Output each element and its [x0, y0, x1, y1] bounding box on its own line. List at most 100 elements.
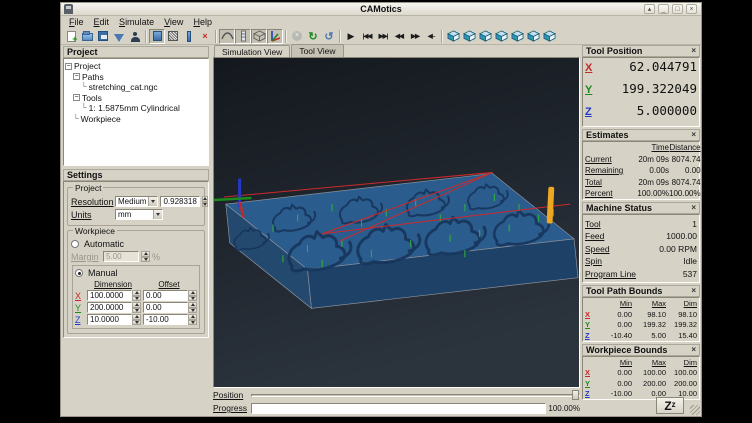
feed-label[interactable]: Feed — [585, 231, 604, 241]
slider-groove[interactable] — [251, 394, 580, 397]
view-left-button[interactable] — [493, 29, 509, 44]
new-project-button[interactable]: + — [63, 29, 79, 44]
radio-manual[interactable] — [75, 269, 83, 277]
save-project-button[interactable] — [95, 29, 111, 44]
position-slider[interactable] — [251, 390, 580, 400]
export-button[interactable] — [111, 29, 127, 44]
skip-to-end-button[interactable]: ▶▶| — [375, 29, 391, 44]
show-tool-button[interactable] — [235, 29, 251, 44]
view-isometric-button[interactable] — [445, 29, 461, 44]
view-top-button[interactable] — [525, 29, 541, 44]
x-dimension-input[interactable]: 100.0000 — [87, 290, 132, 301]
total-label[interactable]: Total — [585, 178, 632, 187]
resolution-number-input[interactable]: 0.928318 — [160, 196, 199, 207]
menu-edit[interactable]: Edit — [89, 17, 115, 27]
tab-tool-view[interactable]: Tool View — [291, 44, 343, 57]
z-dimension-input[interactable]: 10.0000 — [87, 314, 132, 325]
remove-surface-button[interactable]: × — [197, 29, 213, 44]
tree-item-tool-1[interactable]: └ 1: 1.5875mm Cylindrical — [65, 103, 207, 114]
view-back-button[interactable] — [477, 29, 493, 44]
simulation-viewport[interactable] — [213, 57, 580, 388]
restart-button[interactable]: ◀‒ — [423, 29, 439, 44]
optimize-button[interactable]: ↺ — [321, 29, 337, 44]
show-wire-surface-button[interactable] — [165, 29, 181, 44]
position-label[interactable]: Position — [213, 390, 251, 400]
collapse-icon[interactable]: − — [65, 63, 72, 70]
x-offset-input[interactable]: 0.00 — [143, 290, 188, 301]
spinner[interactable] — [132, 290, 141, 301]
z-offset-input[interactable]: -10.00 — [143, 314, 188, 325]
tree-item-workpiece[interactable]: └ Workpiece — [65, 114, 207, 125]
show-workpiece-surface-button[interactable] — [149, 29, 165, 44]
project-tree[interactable]: − Project − Paths └ stretching_cat.ngc −… — [63, 58, 209, 166]
show-tool-path-button[interactable] — [219, 29, 235, 44]
spin-label[interactable]: Spin — [585, 256, 602, 266]
units-select[interactable]: mm — [115, 209, 163, 220]
program-line-label[interactable]: Program Line — [585, 269, 636, 279]
tool-path-bounds-header[interactable]: Tool Path Bounds × — [582, 285, 700, 297]
menu-view[interactable]: View — [159, 17, 188, 27]
menu-file[interactable]: File — [64, 17, 89, 27]
collapse-icon[interactable]: − — [73, 73, 80, 80]
maximize-button[interactable]: □ — [672, 4, 683, 14]
dropdown-arrow-icon[interactable] — [148, 197, 157, 206]
tool-label[interactable]: Tool — [585, 219, 601, 229]
tool-position-header[interactable]: Tool Position × — [582, 45, 700, 57]
estimates-header[interactable]: Estimates × — [582, 129, 700, 141]
percent-label[interactable]: Percent — [585, 189, 632, 198]
speed-label[interactable]: Speed — [585, 244, 610, 254]
menu-simulate[interactable]: Simulate — [114, 17, 159, 27]
step-back-button[interactable]: ◀◀ — [391, 29, 407, 44]
show-bounds-button[interactable] — [251, 29, 267, 44]
y-offset-input[interactable]: 0.00 — [143, 302, 188, 313]
close-icon[interactable]: × — [691, 204, 696, 212]
step-forward-button[interactable]: ▶▶ — [407, 29, 423, 44]
close-icon[interactable]: × — [691, 47, 696, 55]
close-icon[interactable]: × — [691, 346, 696, 354]
spinner[interactable] — [188, 314, 197, 325]
skip-to-start-button[interactable]: |◀◀ — [359, 29, 375, 44]
radio-automatic[interactable] — [71, 240, 79, 248]
spinner-down-icon[interactable] — [202, 202, 208, 208]
open-project-button[interactable] — [79, 29, 95, 44]
workpiece-bounds-header[interactable]: Workpiece Bounds × — [582, 344, 700, 356]
dropdown-arrow-icon[interactable] — [153, 210, 162, 219]
title-bar[interactable]: CAMotics ▴ _ □ × — [61, 3, 701, 16]
resize-grip[interactable] — [690, 405, 700, 415]
tree-item-tools[interactable]: − Tools — [65, 93, 207, 104]
tree-item-gcode-file[interactable]: └ stretching_cat.ngc — [65, 82, 207, 93]
automatic-option[interactable]: Automatic — [71, 239, 201, 249]
spinner[interactable] — [132, 314, 141, 325]
spinner[interactable] — [188, 290, 197, 301]
show-axes-button[interactable] — [267, 29, 283, 44]
settings-panel-header[interactable]: Settings — [63, 169, 209, 181]
close-button[interactable]: × — [686, 4, 697, 14]
close-icon[interactable]: × — [691, 131, 696, 139]
stop-button[interactable]: × — [289, 29, 305, 44]
show-workpiece-bounds-button[interactable] — [181, 29, 197, 44]
manual-option[interactable]: Manual — [75, 268, 197, 278]
view-front-button[interactable] — [461, 29, 477, 44]
y-dimension-input[interactable]: 200.0000 — [87, 302, 132, 313]
reload-button[interactable]: ↻ — [305, 29, 321, 44]
project-panel-header[interactable]: Project — [63, 46, 209, 58]
units-label[interactable]: Units — [71, 210, 113, 220]
resolution-select[interactable]: Medium — [115, 196, 158, 207]
progress-label[interactable]: Progress — [213, 403, 251, 413]
close-icon[interactable]: × — [691, 287, 696, 295]
view-bottom-button[interactable] — [541, 29, 557, 44]
resolution-spinner[interactable] — [202, 196, 208, 207]
view-right-button[interactable] — [509, 29, 525, 44]
slider-handle[interactable] — [572, 390, 579, 400]
minimize-button[interactable]: _ — [658, 4, 669, 14]
spinner[interactable] — [132, 302, 141, 313]
play-button[interactable]: ▶ — [343, 29, 359, 44]
collapse-icon[interactable]: − — [73, 94, 80, 101]
remaining-label[interactable]: Remaining — [585, 166, 632, 175]
menu-help[interactable]: Help — [188, 17, 217, 27]
current-label[interactable]: Current — [585, 155, 632, 164]
resolution-label[interactable]: Resolution — [71, 197, 113, 207]
screenshot-button[interactable] — [127, 29, 143, 44]
shade-button[interactable]: ▴ — [644, 4, 655, 14]
tree-item-paths[interactable]: − Paths — [65, 72, 207, 83]
